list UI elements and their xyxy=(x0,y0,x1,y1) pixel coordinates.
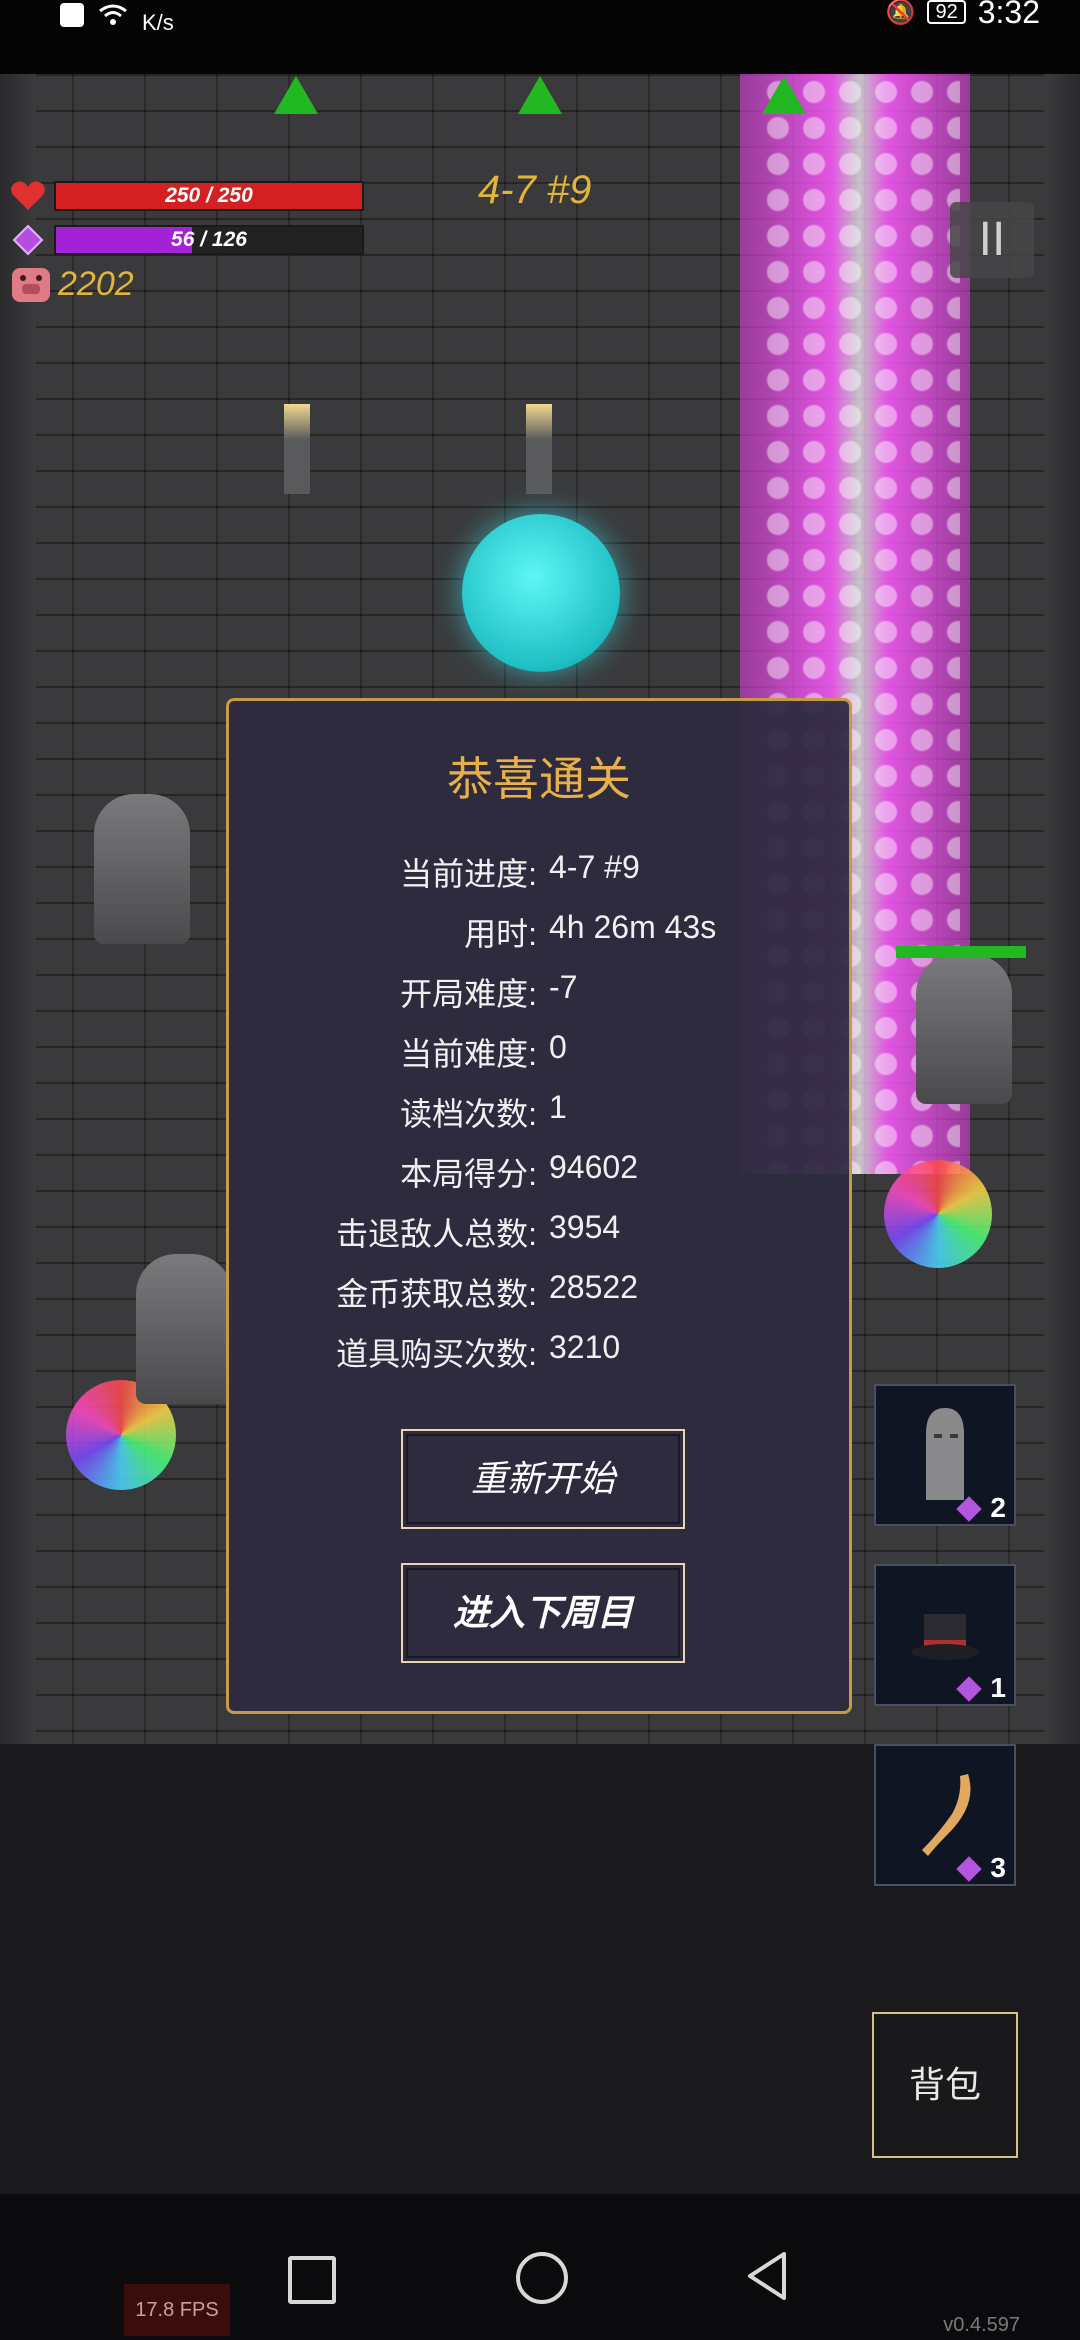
statue-icon xyxy=(908,1404,982,1502)
stone-statue xyxy=(136,1254,232,1404)
level-indicator: 4-7 #9 xyxy=(478,168,592,212)
stat-label: 本局得分: xyxy=(400,1156,537,1192)
lamp-post xyxy=(526,404,552,494)
fps-counter: 17.8 FPS xyxy=(124,2284,230,2336)
item-count: 2 xyxy=(990,1492,1006,1523)
coin-count: 2202 xyxy=(58,264,134,303)
right-wall xyxy=(1044,74,1080,1744)
item-slot-statue[interactable]: 2 xyxy=(874,1384,1016,1526)
stat-value: 0 xyxy=(549,1029,567,1065)
stat-value: 1 xyxy=(549,1089,567,1125)
recent-apps-button[interactable] xyxy=(288,2256,336,2304)
mute-icon: 🔕 xyxy=(885,0,916,26)
hat-icon xyxy=(908,1584,982,1682)
back-button[interactable] xyxy=(744,2250,790,2302)
stat-row: 本局得分: 94602 xyxy=(229,1149,855,1199)
spawn-marker-icon xyxy=(274,76,318,114)
victory-dialog: 恭喜通关 当前进度: 4-7 #9 用时: 4h 26m 43s 开局难度: -7 当前难度… xyxy=(226,698,852,1714)
home-button[interactable] xyxy=(516,2252,568,2304)
stat-value: 3954 xyxy=(549,1209,621,1245)
stat-value: 28522 xyxy=(549,1269,638,1305)
stone-statue xyxy=(916,954,1012,1104)
stat-label: 道具购买次数: xyxy=(336,1336,537,1372)
mp-row: 56 / 126 xyxy=(10,224,364,256)
left-wall xyxy=(0,74,36,1744)
stat-row: 当前进度: 4-7 #9 xyxy=(229,849,855,899)
stat-row: 击退敌人总数: 3954 xyxy=(229,1209,855,1259)
stat-label: 用时: xyxy=(464,916,537,952)
stat-value: 94602 xyxy=(549,1149,638,1185)
stat-label: 击退敌人总数: xyxy=(336,1216,537,1252)
mana-gem-icon xyxy=(12,224,44,256)
item-slot-hat[interactable]: 1 xyxy=(874,1564,1016,1706)
stat-value: -7 xyxy=(549,969,578,1005)
restart-button[interactable]: 重新开始 xyxy=(401,1429,685,1529)
item-slot-horn[interactable]: 3 xyxy=(874,1744,1016,1886)
stat-row: 用时: 4h 26m 43s xyxy=(229,909,855,959)
hp-row: 250 / 250 xyxy=(10,180,364,212)
status-bar: K/s 🔕 92 3:32 xyxy=(0,0,1080,74)
stat-row: 读档次数: 1 xyxy=(229,1089,855,1139)
mp-bar: 56 / 126 xyxy=(54,225,364,255)
stat-label: 金币获取总数: xyxy=(336,1276,537,1312)
stat-value: 3210 xyxy=(549,1329,621,1365)
next-cycle-button[interactable]: 进入下周目 xyxy=(401,1563,685,1663)
spawn-marker-icon xyxy=(762,76,806,114)
version-label: v0.4.597 xyxy=(943,2314,1020,2336)
heart-icon xyxy=(11,181,45,210)
battery-indicator: 92 xyxy=(927,0,966,24)
stat-label: 当前进度: xyxy=(400,856,537,892)
lamp-post xyxy=(284,404,310,494)
bag-button[interactable]: 背包 xyxy=(872,2012,1018,2158)
clock: 3:32 xyxy=(977,0,1040,30)
spawn-marker-icon xyxy=(518,76,562,114)
network-speed: K/s xyxy=(142,10,174,35)
wifi-icon xyxy=(99,4,127,25)
enemy-health-bar xyxy=(896,946,1026,958)
rainbow-orb xyxy=(884,1160,992,1268)
stat-value: 4h 26m 43s xyxy=(549,909,717,945)
notification-icon xyxy=(60,3,84,27)
item-count: 3 xyxy=(990,1852,1006,1883)
hp-text: 250 / 250 xyxy=(165,184,253,207)
coins-row: 2202 xyxy=(10,264,134,304)
horn-icon xyxy=(908,1764,982,1862)
cyan-orb xyxy=(462,514,620,672)
item-count: 1 xyxy=(990,1672,1006,1703)
stat-label: 当前难度: xyxy=(400,1036,537,1072)
stat-label: 读档次数: xyxy=(400,1096,537,1132)
pause-button[interactable]: II xyxy=(950,202,1034,278)
mp-text: 56 / 126 xyxy=(171,228,247,251)
stat-row: 开局难度: -7 xyxy=(229,969,855,1019)
stat-row: 当前难度: 0 xyxy=(229,1029,855,1079)
stat-row: 金币获取总数: 28522 xyxy=(229,1269,855,1319)
stat-label: 开局难度: xyxy=(400,976,537,1012)
stat-row: 道具购买次数: 3210 xyxy=(229,1329,855,1379)
pig-icon xyxy=(12,268,50,302)
stat-value: 4-7 #9 xyxy=(549,849,640,885)
hp-bar: 250 / 250 xyxy=(54,181,364,211)
dialog-title: 恭喜通关 xyxy=(447,753,631,805)
stone-statue xyxy=(94,794,190,944)
